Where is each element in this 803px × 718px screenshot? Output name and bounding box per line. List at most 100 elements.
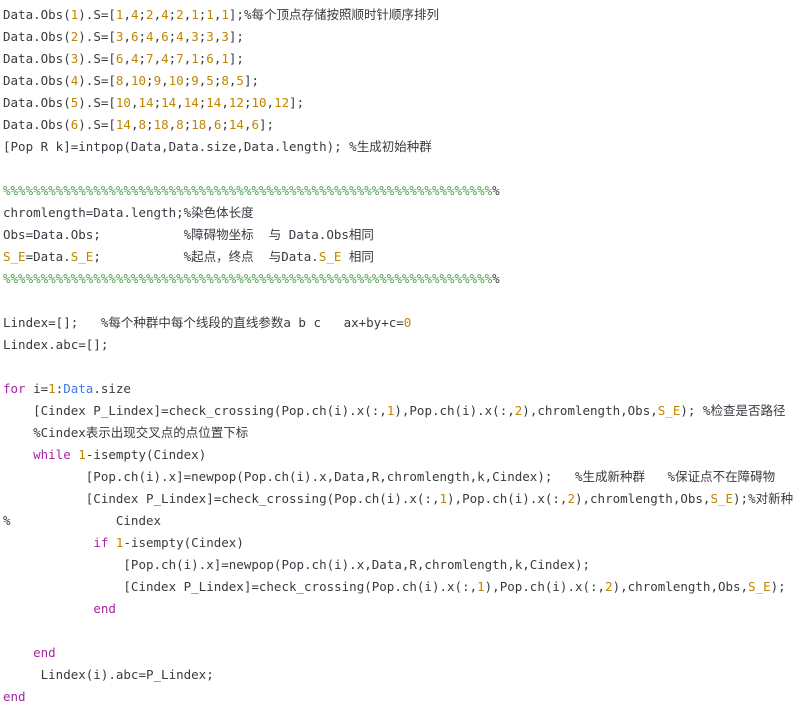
number-literal: 14 <box>138 95 154 110</box>
code-line: Lindex(i).abc=P_Lindex; <box>3 664 214 686</box>
code-text: -isempty(Cindex) <box>85 447 207 462</box>
code-text: [Pop.ch(i).x]=newpop(Pop.ch(i).x,Data,R,… <box>3 557 590 572</box>
keyword: end <box>33 645 56 660</box>
number-literal: 5 <box>206 73 214 88</box>
number-literal: 3 <box>206 29 214 44</box>
code-line: Data.Obs(5).S=[10,14;14,14;14,12;10,12]; <box>3 92 304 114</box>
code-text: ; <box>146 73 154 88</box>
code-text: Data.Obs( <box>3 73 71 88</box>
number-literal: S_E <box>710 491 734 506</box>
code-line: end <box>3 642 56 664</box>
number-literal: 2 <box>567 491 575 506</box>
code-text: Data.Obs( <box>3 51 71 66</box>
code-text: , <box>130 95 139 110</box>
number-literal: 8 <box>176 117 184 132</box>
number-literal: 5 <box>236 73 244 88</box>
code-text: [Cindex P_Lindex]=check_crossing(Pop.ch(… <box>3 491 440 506</box>
code-text: .size <box>93 381 131 396</box>
code-line: [Cindex P_Lindex]=check_crossing(Pop.ch(… <box>3 576 785 598</box>
code-line: [Pop.ch(i).x]=newpop(Pop.ch(i).x,Data,R,… <box>3 466 775 488</box>
code-text: % Cindex <box>3 513 162 528</box>
keyword: for <box>3 381 26 396</box>
code-text: ]; <box>243 73 259 88</box>
number-literal: S_E <box>70 249 94 264</box>
code-text: Data.Obs( <box>3 117 71 132</box>
code-text: i= <box>25 381 49 396</box>
number-literal: 3 <box>191 29 199 44</box>
number-literal: 4 <box>130 51 139 66</box>
number-literal: 4 <box>130 7 139 22</box>
number-literal: 12 <box>274 95 290 110</box>
code-editor[interactable]: Data.Obs(1).S=[1,4;2,4;2,1;1,1];%每个顶点存储按… <box>0 0 803 718</box>
number-literal: 14 <box>206 95 222 110</box>
code-text: );%对新种 <box>733 491 794 506</box>
comment-bar: %%%%%%%%%%%%%%%%%%%%%%%%%%%%%%%%%%%%%%%%… <box>3 183 493 198</box>
code-text: ),Pop.ch(i).x(:, <box>394 403 515 418</box>
number-literal: 1 <box>477 579 485 594</box>
code-line: [Pop R k]=intpop(Data,Data.size,Data.len… <box>3 136 432 158</box>
number-literal: 4 <box>161 7 169 22</box>
comment-bar: %%%%%%%%%%%%%%%%%%%%%%%%%%%%%%%%%%%%%%%%… <box>3 271 493 286</box>
code-text: ; <box>138 29 147 44</box>
code-text: Data.Obs( <box>3 95 71 110</box>
code-text: Lindex.abc=[]; <box>3 337 109 352</box>
code-line: % Cindex <box>3 510 161 532</box>
number-literal: 2 <box>176 7 184 22</box>
code-text: Data.Obs( <box>3 7 71 22</box>
number-literal: 14 <box>228 117 244 132</box>
code-line: for i=1:Data.size <box>3 378 131 400</box>
number-literal: S_E <box>748 579 771 594</box>
code-text: %每个顶点存储按照顺时针顺序排列 <box>243 7 439 22</box>
code-line: Data.Obs(1).S=[1,4;2,4;2,1;1,1];%每个顶点存储按… <box>3 4 439 26</box>
code-text: , <box>153 7 162 22</box>
code-text: ]; <box>289 95 305 110</box>
code-text: , <box>153 29 162 44</box>
number-literal: 14 <box>183 95 199 110</box>
code-text: 相同 <box>341 249 374 264</box>
code-line: Data.Obs(6).S=[14,8;18,8;18,6;14,6]; <box>3 114 274 136</box>
code-text: ; <box>153 95 162 110</box>
code-text: ; <box>138 51 147 66</box>
code-text: chromlength=Data.length;%染色体长度 <box>3 205 254 220</box>
number-literal: 1 <box>221 7 229 22</box>
number-literal: 14 <box>161 95 177 110</box>
number-literal: 6 <box>130 29 139 44</box>
code-line: if 1-isempty(Cindex) <box>3 532 244 554</box>
code-text: Data.Obs( <box>3 29 71 44</box>
number-literal: 14 <box>115 117 131 132</box>
code-text: ),chromlength,Obs, <box>522 403 658 418</box>
code-text: ),chromlength,Obs, <box>612 579 749 594</box>
code-line: %%%%%%%%%%%%%%%%%%%%%%%%%%%%%%%%%%%%%%%%… <box>3 268 500 290</box>
number-literal: 1 <box>206 7 214 22</box>
code-text: , <box>206 117 214 132</box>
number-literal: S_E <box>318 249 342 264</box>
code-line: end <box>3 686 26 708</box>
code-text: ; %起点，终点 与Data. <box>93 249 319 264</box>
number-literal: 1 <box>48 381 56 396</box>
code-text: ),Pop.ch(i).x(:, <box>484 579 606 594</box>
code-text: , <box>123 29 131 44</box>
code-line: Lindex.abc=[]; <box>3 334 108 356</box>
number-literal: 7 <box>146 51 154 66</box>
code-text: [Pop R k]=intpop(Data,Data.size,Data.len… <box>3 139 432 154</box>
code-text: , <box>266 95 275 110</box>
code-text: ),Pop.ch(i).x(:, <box>447 491 568 506</box>
code-line: chromlength=Data.length;%染色体长度 <box>3 202 254 224</box>
code-text: ; <box>221 117 229 132</box>
code-line: %%%%%%%%%%%%%%%%%%%%%%%%%%%%%%%%%%%%%%%%… <box>3 180 500 202</box>
number-literal: 1 <box>78 447 86 462</box>
code-text: [Cindex P_Lindex]=check_crossing(Pop.ch(… <box>3 403 387 418</box>
code-text: % <box>492 271 500 286</box>
code-text: [Pop.ch(i).x]=newpop(Pop.ch(i).x,Data,R,… <box>3 469 776 484</box>
code-line: [Pop.ch(i).x]=newpop(Pop.ch(i).x,Data,R,… <box>3 554 590 576</box>
code-text: ).S=[ <box>78 95 116 110</box>
code-text: -isempty(Cindex) <box>123 535 244 550</box>
code-text: ]; <box>228 29 244 44</box>
number-literal: 8 <box>221 73 229 88</box>
code-text: , <box>153 51 162 66</box>
code-text: ]; <box>259 117 275 132</box>
number-literal: 6 <box>251 117 259 132</box>
code-line: Obs=Data.Obs; %障碍物坐标 与 Data.Obs相同 <box>3 224 374 246</box>
